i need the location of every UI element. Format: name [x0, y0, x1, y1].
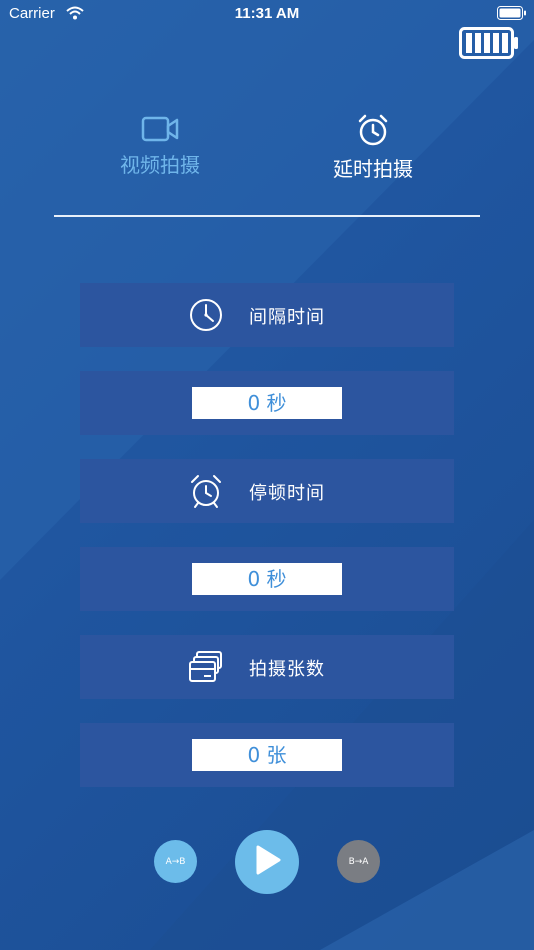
interval-time-row: 0 秒: [80, 371, 454, 435]
play-icon: [252, 844, 282, 880]
shot-count-header: 拍摄张数: [80, 635, 454, 699]
b-to-a-label: B→A: [348, 856, 369, 867]
clock-icon: [188, 297, 224, 333]
photo-stack-icon: [188, 649, 224, 685]
interval-time-input[interactable]: 0 秒: [192, 387, 342, 419]
a-to-b-button[interactable]: A→B: [154, 840, 197, 883]
shot-count-title: 拍摄张数: [249, 659, 325, 680]
play-button[interactable]: [235, 830, 299, 894]
tab-video-capture[interactable]: 视频拍摄: [100, 115, 220, 178]
a-to-b-label: A→B: [165, 856, 186, 867]
tab-video-label: 视频拍摄: [120, 153, 200, 177]
status-bar: Carrier 11:31 AM: [0, 0, 534, 28]
status-time: 11:31 AM: [234, 5, 300, 22]
status-battery-icon: [497, 6, 527, 24]
video-camera-icon: [100, 115, 220, 147]
alarm-clock-icon: [313, 113, 433, 151]
shot-count-input[interactable]: 0 张: [192, 739, 342, 771]
tab-timelapse-label: 延时拍摄: [333, 157, 413, 181]
pause-time-input[interactable]: 0 秒: [192, 563, 342, 595]
pause-time-header: 停顿时间: [80, 459, 454, 523]
interval-time-title: 间隔时间: [249, 307, 325, 328]
interval-time-header: 间隔时间: [80, 283, 454, 347]
alarm-clock-icon: [188, 473, 224, 509]
tab-timelapse-capture[interactable]: 延时拍摄: [313, 113, 433, 182]
shot-count-row: 0 张: [80, 723, 454, 787]
pause-time-row: 0 秒: [80, 547, 454, 611]
pause-time-title: 停顿时间: [249, 483, 325, 504]
device-battery-icon: [459, 27, 519, 63]
b-to-a-button[interactable]: B→A: [337, 840, 380, 883]
tab-divider: [54, 215, 480, 217]
